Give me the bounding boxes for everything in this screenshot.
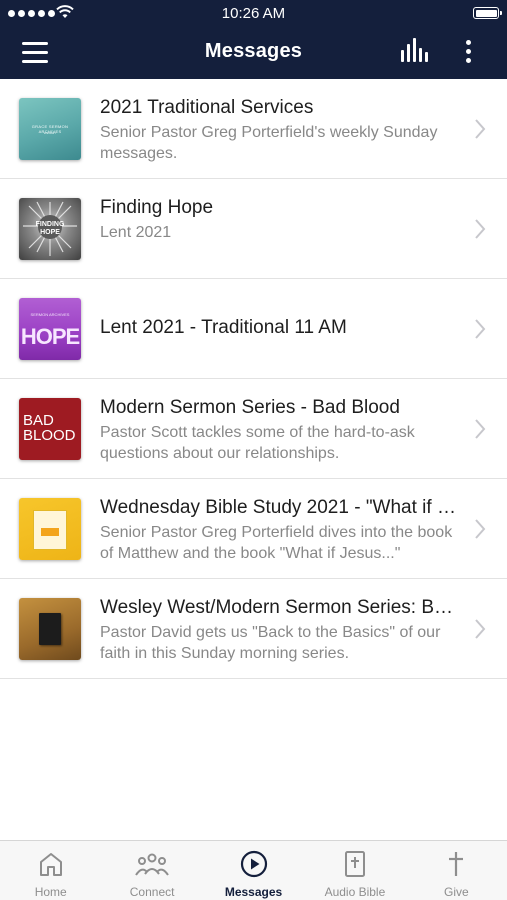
- series-description: Senior Pastor Greg Porterfield dives int…: [100, 524, 453, 562]
- series-title: Modern Sermon Series - Bad Blood: [100, 397, 400, 418]
- thumbnail-caption: HOPE: [20, 324, 80, 349]
- series-title: Finding Hope: [100, 197, 214, 218]
- bible-graphic: [39, 613, 61, 645]
- top-bar: 10:26 AM Messages: [0, 0, 507, 79]
- series-title: Lent 2021 - Traditional 11 AM: [100, 317, 347, 338]
- more-options-icon[interactable]: [456, 38, 480, 66]
- series-description: Senior Pastor Greg Porterfield's weekly …: [100, 124, 438, 162]
- tab-messages[interactable]: Messages: [203, 841, 304, 900]
- series-description: Lent 2021: [100, 224, 172, 241]
- status-time: 10:26 AM: [221, 5, 286, 22]
- chevron-right-icon: [475, 519, 486, 539]
- list-item[interactable]: Wesley West/Modern Sermon Series: Back t…: [0, 579, 507, 679]
- list-item[interactable]: FINDING HOPE Finding Hope Lent 2021: [0, 179, 507, 279]
- series-title: 2021 Traditional Services: [100, 97, 314, 118]
- tab-home[interactable]: Home: [0, 841, 101, 900]
- series-thumbnail: [19, 598, 81, 660]
- chevron-right-icon: [475, 319, 486, 339]
- tab-label: Give: [443, 885, 469, 899]
- thumbnail-subcaption: SERMON ARCHIVES: [30, 312, 70, 317]
- chevron-right-icon: [475, 619, 486, 639]
- chevron-right-icon: [475, 419, 486, 439]
- series-thumbnail: GRACE SERMON ARCHIVES WESLEY: [19, 98, 81, 160]
- thumbnail-caption: BAD: [23, 412, 54, 429]
- list-item[interactable]: Wednesday Bible Study 2021 - "What if Je…: [0, 479, 507, 579]
- message-series-list: GRACE SERMON ARCHIVES WESLEY 2021 Tradit…: [0, 79, 507, 679]
- cross-icon: [449, 852, 464, 876]
- bible-icon: [344, 851, 365, 877]
- tab-label: Messages: [224, 885, 283, 899]
- series-title: Wesley West/Modern Sermon Series: Back t…: [100, 597, 460, 618]
- tab-label: Connect: [129, 885, 175, 899]
- list-item[interactable]: GRACE SERMON ARCHIVES WESLEY 2021 Tradit…: [0, 79, 507, 179]
- tab-connect[interactable]: Connect: [101, 841, 202, 900]
- thumbnail-caption-2: BLOOD: [23, 427, 76, 444]
- thumbnail-subcaption: WESLEY: [43, 131, 57, 135]
- series-thumbnail: FINDING HOPE: [19, 198, 81, 260]
- tab-bar: Home Connect Messages Audio Bible Give: [0, 840, 507, 900]
- tab-label: Audio Bible: [324, 885, 386, 899]
- list-item[interactable]: SERMON ARCHIVES HOPE Lent 2021 - Traditi…: [0, 279, 507, 379]
- series-description: Pastor Scott tackles some of the hard-to…: [100, 424, 415, 462]
- tab-audio-bible[interactable]: Audio Bible: [304, 841, 405, 900]
- series-title: Wednesday Bible Study 2021 - "What if Je…: [100, 497, 460, 518]
- status-bar: 10:26 AM: [0, 0, 507, 26]
- series-description: Pastor David gets us "Back to the Basics…: [100, 624, 441, 662]
- list-item[interactable]: BAD BLOOD Modern Sermon Series - Bad Blo…: [0, 379, 507, 479]
- chevron-right-icon: [475, 119, 486, 139]
- series-thumbnail: BAD BLOOD: [19, 398, 81, 460]
- battery-icon: [473, 7, 502, 19]
- book-cover-accent: [41, 528, 59, 536]
- home-icon: [39, 853, 62, 876]
- chevron-right-icon: [475, 219, 486, 239]
- tab-label: Home: [34, 885, 67, 899]
- audio-bars-icon[interactable]: [398, 38, 432, 66]
- series-thumbnail: [19, 498, 81, 560]
- series-thumbnail: SERMON ARCHIVES HOPE: [19, 298, 81, 360]
- tab-give[interactable]: Give: [406, 841, 507, 900]
- nav-header: Messages: [0, 26, 507, 79]
- thumbnail-caption: FINDING HOPE: [35, 221, 65, 236]
- people-icon: [135, 853, 169, 876]
- play-circle-icon: [240, 850, 267, 878]
